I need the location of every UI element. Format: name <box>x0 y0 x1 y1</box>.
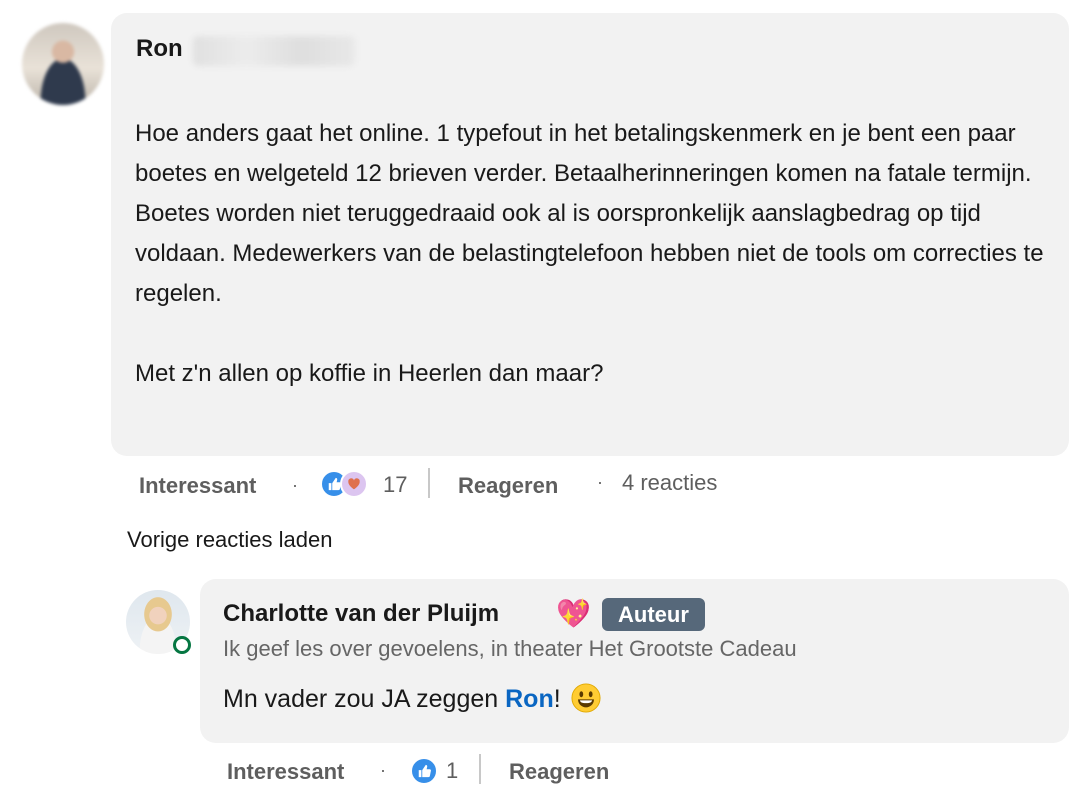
like-reaction-icon <box>410 757 438 785</box>
comment-body: Hoe anders gaat het online. 1 typefout i… <box>135 120 1044 387</box>
action-divider <box>428 468 430 498</box>
smiley-emoji-icon <box>571 683 601 713</box>
reply-author-headline: Ik geef les over gevoelens, in theater H… <box>223 636 797 661</box>
react-button[interactable]: Interessant <box>139 473 256 499</box>
author-badge: Auteur <box>602 598 705 631</box>
reply-react-button[interactable]: Interessant <box>227 759 344 785</box>
reply-reply-button[interactable]: Reageren <box>509 759 609 785</box>
separator-dot: · <box>380 760 386 780</box>
separator-dot: · <box>597 472 603 492</box>
reply-text: Mn vader zou JA zeggen Ron! <box>223 683 601 714</box>
reaction-icons[interactable] <box>320 470 368 498</box>
reply-button[interactable]: Reageren <box>458 473 558 499</box>
load-previous-replies-button[interactable]: Vorige reacties laden <box>127 527 332 553</box>
replies-count-link[interactable]: 4 reacties <box>622 470 717 496</box>
reply-author-name[interactable]: Charlotte van der Pluijm <box>223 600 499 628</box>
avatar-ron[interactable] <box>22 23 104 105</box>
reply-text-start: Mn vader zou JA zeggen <box>223 685 506 713</box>
reply-reaction-count[interactable]: 1 <box>446 758 458 784</box>
action-divider <box>479 754 481 784</box>
separator-dot: · <box>292 475 298 495</box>
online-status-icon <box>173 636 191 654</box>
reply-text-end: ! <box>553 685 561 713</box>
love-reaction-icon <box>340 470 368 498</box>
reply-reaction-icons[interactable] <box>410 757 438 785</box>
sparkle-heart-emoji-icon: 💖 <box>556 598 591 629</box>
mention-link[interactable]: Ron <box>505 685 554 713</box>
comment-author-name[interactable]: Ron <box>136 35 183 63</box>
redacted-author-surname <box>193 36 355 66</box>
reaction-count[interactable]: 17 <box>383 472 407 498</box>
